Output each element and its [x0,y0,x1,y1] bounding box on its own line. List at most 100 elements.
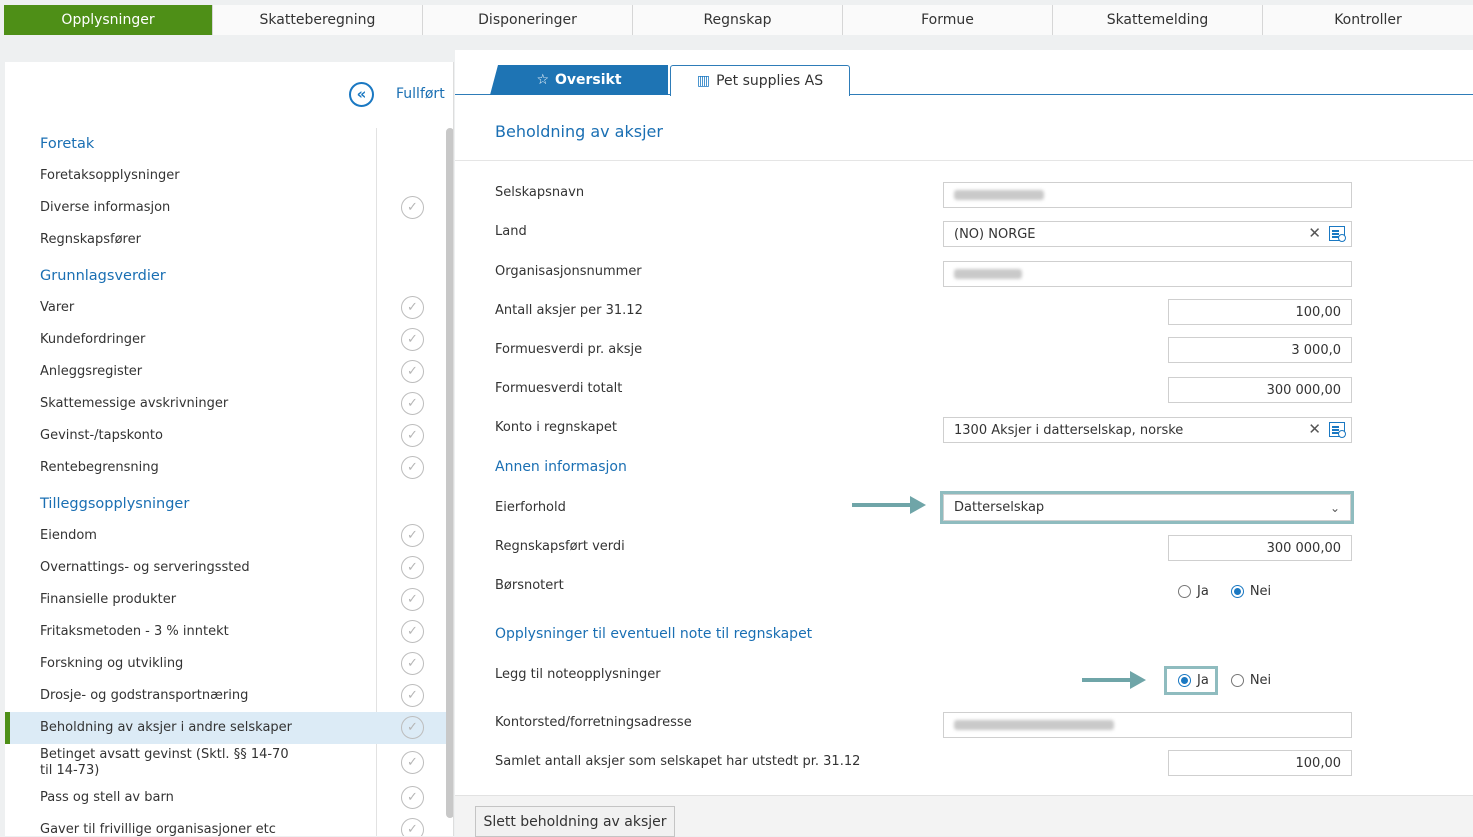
top-navigation: Opplysninger Skatteberegning Disponering… [4,5,1473,35]
sidebar: « Fullført Foretak Foretaksopplysninger Di… [5,62,454,836]
samlet-antall-input[interactable]: 100,00 [1168,750,1352,776]
formuesverdi-pr-aksje-input[interactable]: 3 000,0 [1168,337,1352,363]
check-circle-icon[interactable]: ✓ [401,524,424,547]
eierforhold-select[interactable]: Datterselskap ⌄ [943,494,1351,521]
lookup-icon[interactable] [1329,226,1346,242]
selskapsnavn-label: Selskapsnavn [495,185,585,200]
sidebar-item[interactable]: Pass og stell av barn ✓ [5,782,446,814]
clear-icon[interactable]: ✕ [1308,422,1321,437]
formuesverdi-totalt-input[interactable]: 300 000,00 [1168,377,1352,403]
selskapsnavn-input[interactable] [943,182,1352,208]
sidebar-item[interactable]: Rentebegrensning ✓ [5,452,446,484]
main-panel: ☆ Oversikt ▥ Pet supplies AS Beholdning … [455,50,1473,837]
content-tabbar: ☆ Oversikt ▥ Pet supplies AS [455,50,1473,96]
tab-oversikt[interactable]: ☆ Oversikt [490,65,668,95]
check-circle-icon[interactable]: ✓ [401,588,424,611]
sidebar-item-label: Rentebegrensning [40,460,159,475]
check-circle-icon[interactable]: ✓ [401,620,424,643]
radio-dot [1178,585,1191,598]
tab-regnskap[interactable]: Regnskap [633,5,843,35]
check-circle-icon[interactable]: ✓ [401,716,424,739]
tab-opplysninger[interactable]: Opplysninger [4,5,213,35]
note-nei-radio[interactable]: Nei [1230,673,1272,688]
borsnotert-radio-group: Ja Nei [1178,584,1271,599]
sidebar-item-label: Varer [40,300,75,315]
check-circle-icon[interactable]: ✓ [401,196,424,219]
note-ja-radio[interactable]: Ja [1178,673,1209,688]
sidebar-item[interactable]: Varer ✓ [5,292,446,324]
check-circle-icon[interactable]: ✓ [401,556,424,579]
borsnotert-nei-radio[interactable]: Nei [1230,584,1271,599]
footer-bar: Slett beholdning av aksjer [455,795,1473,837]
check-circle-icon[interactable]: ✓ [401,751,424,774]
check-circle-icon[interactable]: ✓ [401,456,424,479]
sidebar-section-heading: Tilleggsopplysninger [5,488,446,520]
page-title: Beholdning av aksjer [495,122,663,141]
sidebar-item[interactable]: Fritaksmetoden - 3 % inntekt ✓ [5,616,446,648]
sidebar-item[interactable]: Kundefordringer ✓ [5,324,446,356]
check-circle-icon[interactable]: ✓ [401,296,424,319]
sidebar-item-label: Betinget avsatt gevinst (Sktl. §§ 14-70 … [40,747,289,778]
sidebar-item[interactable]: Drosje- og godstransportnæring ✓ [5,680,446,712]
orgnr-label: Organisasjonsnummer [495,264,642,279]
sidebar-item[interactable]: Gaver til frivillige organisasjoner etc ✓ [5,814,446,836]
eierforhold-value: Datterselskap [954,500,1045,515]
sidebar-item[interactable]: Gevinst-/tapskonto ✓ [5,420,446,452]
sidebar-item[interactable]: Betinget avsatt gevinst (Sktl. §§ 14-70 … [5,744,446,782]
radio-dot [1230,585,1244,598]
sidebar-item[interactable]: Foretaksopplysninger [5,160,446,192]
sidebar-item-label: Skattemessige avskrivninger [40,396,229,411]
tab-company-label: Pet supplies AS [716,73,824,89]
title-divider [455,160,1473,161]
check-circle-icon[interactable]: ✓ [401,328,424,351]
kontorsted-label: Kontorsted/forretningsadresse [495,715,692,730]
chevron-down-icon: ⌄ [1329,501,1340,515]
check-circle-icon[interactable]: ✓ [401,424,424,447]
tab-company[interactable]: ▥ Pet supplies AS [670,65,850,96]
sidebar-item[interactable]: Finansielle produkter ✓ [5,584,446,616]
tab-skattemelding[interactable]: Skattemelding [1053,5,1263,35]
check-circle-icon[interactable]: ✓ [401,818,424,836]
sidebar-item-label: Gevinst-/tapskonto [40,428,163,443]
orgnr-input[interactable] [943,261,1352,287]
sidebar-nav-list: Foretak Foretaksopplysninger Diverse infor… [5,128,446,836]
blurred-value [954,269,1022,279]
double-chevron-left-icon[interactable]: « [349,82,374,107]
radio-label: Nei [1249,673,1272,688]
check-circle-icon[interactable]: ✓ [401,786,424,809]
regnskapsfort-verdi-input[interactable]: 300 000,00 [1168,535,1352,561]
sidebar-item[interactable]: Eiendom ✓ [5,520,446,552]
note-heading: Opplysninger til eventuell note til regn… [495,626,813,642]
sidebar-item-label: Finansielle produkter [40,592,177,607]
clear-icon[interactable]: ✕ [1308,226,1321,241]
tab-kontroller[interactable]: Kontroller [1263,5,1473,35]
sidebar-item-label: Pass og stell av barn [40,790,174,805]
tab-skatteberegning[interactable]: Skatteberegning [213,5,423,35]
borsnotert-ja-radio[interactable]: Ja [1178,584,1209,599]
kontorsted-input[interactable] [943,712,1352,738]
formuesverdi-pr-aksje-label: Formuesverdi pr. aksje [495,342,643,357]
check-circle-icon[interactable]: ✓ [401,392,424,415]
lookup-icon[interactable] [1329,422,1346,438]
check-circle-icon[interactable]: ✓ [401,652,424,675]
sidebar-item[interactable]: Regnskapsfører [5,224,446,256]
sidebar-item[interactable]: Forskning og utvikling ✓ [5,648,446,680]
tab-formue[interactable]: Formue [843,5,1053,35]
land-input[interactable]: (NO) NORGE ✕ [943,221,1352,247]
antall-aksjer-input[interactable]: 100,00 [1168,299,1352,325]
sidebar-item-label: Beholdning av aksjer i andre selskaper [40,720,293,735]
konto-input[interactable]: 1300 Aksjer i datterselskap, norske ✕ [943,417,1352,443]
sidebar-scrollbar[interactable] [446,128,453,818]
check-circle-icon[interactable]: ✓ [401,684,424,707]
delete-button[interactable]: Slett beholdning av aksjer [475,806,675,837]
sidebar-item-label: Fritaksmetoden - 3 % inntekt [40,624,229,639]
radio-dot [1230,674,1244,687]
sidebar-item[interactable]: Skattemessige avskrivninger ✓ [5,388,446,420]
sidebar-item[interactable]: Overnattings- og serveringssted ✓ [5,552,446,584]
check-circle-icon[interactable]: ✓ [401,360,424,383]
sidebar-item-label: Eiendom [40,528,97,543]
sidebar-item[interactable]: Beholdning av aksjer i andre selskaper ✓ [5,712,446,744]
tab-disponeringer[interactable]: Disponeringer [423,5,633,35]
sidebar-item[interactable]: Diverse informasjon ✓ [5,192,446,224]
sidebar-item[interactable]: Anleggsregister ✓ [5,356,446,388]
